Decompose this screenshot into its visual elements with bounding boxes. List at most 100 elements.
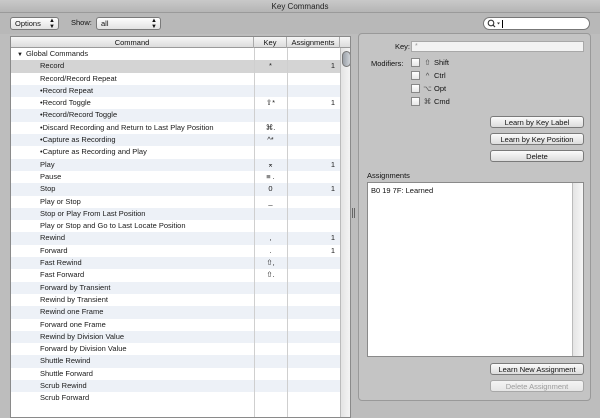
table-row[interactable]: Pause ≡ .	[11, 170, 340, 184]
table-row[interactable]: Shuttle Rewind	[11, 355, 340, 368]
modifier-opt-checkbox[interactable]	[411, 84, 420, 93]
show-filter-select[interactable]: all ▲ ▼	[96, 17, 161, 30]
command-label: Forward	[40, 245, 68, 255]
modifier-cmd-label: ⌘ Cmd	[423, 97, 450, 106]
command-cell: Fast Forward	[11, 269, 254, 281]
table-row[interactable]: Play or Stop and Go to Last Locate Posit…	[11, 220, 340, 233]
table-row[interactable]: Record * 1	[11, 60, 340, 73]
key-cell: ⇧,	[266, 258, 275, 268]
command-label: Play or Stop and Go to Last Locate Posit…	[40, 221, 186, 231]
column-header-command[interactable]: Command	[11, 37, 254, 48]
command-label: Fast Forward	[40, 270, 85, 280]
command-cell: Stop	[11, 183, 254, 195]
command-label: •Record Repeat	[40, 85, 94, 95]
options-menu[interactable]: Options ▲ ▼	[10, 17, 59, 30]
split-view-handle[interactable]	[352, 208, 356, 218]
learn-by-key-position-button[interactable]: Learn by Key Position	[490, 133, 584, 145]
table-row[interactable]: Stop or Play From Last Position	[11, 207, 340, 221]
key-cell: ⌘.	[265, 122, 276, 132]
scrollbar-thumb[interactable]	[342, 51, 350, 67]
table-row[interactable]: •Discard Recording and Return to Last Pl…	[11, 121, 340, 135]
command-label: Play or Stop	[40, 196, 81, 206]
table-row[interactable]: •Record Repeat	[11, 84, 340, 98]
table-row[interactable]: Play ⌅ 1	[11, 158, 340, 171]
command-cell: Stop or Play From Last Position	[11, 208, 254, 220]
command-cell: Forward one Frame	[11, 319, 254, 331]
modifier-name: Ctrl	[434, 71, 446, 80]
table-row[interactable]: Rewind, 1	[11, 232, 340, 245]
command-label: Shuttle Forward	[40, 368, 93, 378]
command-label: Play	[40, 159, 55, 169]
table-row[interactable]: Scrub Rewind	[11, 380, 340, 393]
key-field[interactable]: *	[411, 41, 584, 52]
command-cell: Pause	[11, 171, 254, 183]
table-row[interactable]: Rewind by Division Value	[11, 330, 340, 344]
learn-by-key-label-button[interactable]: Learn by Key Label	[490, 116, 584, 128]
learn-new-assignment-button[interactable]: Learn New Assignment	[490, 363, 584, 375]
modifier-ctrl-label: ^ Ctrl	[423, 71, 446, 80]
modifier-name: Shift	[434, 58, 450, 67]
assignments-cell: 1	[330, 159, 335, 169]
command-cell: Forward by Division Value	[11, 343, 254, 355]
key-cell: ⌅	[267, 159, 274, 169]
command-cell: •Record Repeat	[11, 85, 254, 97]
table-row[interactable]: Shuttle Forward	[11, 367, 340, 381]
command-cell: Record	[11, 60, 254, 72]
command-label: Pause	[40, 171, 62, 181]
key-cell: _	[268, 196, 273, 206]
table-row[interactable]: Forward by Transient	[11, 281, 340, 294]
command-label: Forward by Division Value	[40, 344, 127, 354]
assignments-list: B0 19 7F: Learned	[367, 182, 584, 357]
command-label: Rewind one Frame	[40, 307, 104, 317]
modifier-shift-checkbox[interactable]	[411, 58, 420, 67]
table-row[interactable]: Fast Forward ⇧.	[11, 269, 340, 282]
table-group-row[interactable]: ▼ Global Commands	[11, 48, 340, 61]
delete-button[interactable]: Delete	[490, 150, 584, 162]
table-row[interactable]: Record/Record Repeat	[11, 72, 340, 85]
table-row[interactable]: •Capture as Recording ^*	[11, 134, 340, 147]
table-body: ▼ Global Commands Record * 1 Record/Record Re…	[11, 48, 340, 405]
column-header-key[interactable]: Key	[254, 37, 287, 48]
list-item[interactable]: B0 19 7F: Learned	[371, 186, 433, 195]
modifier-opt-label: ⌥ Opt	[423, 84, 446, 93]
command-cell: Rewind by Division Value	[11, 331, 254, 343]
table-row[interactable]: Rewind by Transient	[11, 293, 340, 307]
table-scrollbar[interactable]	[340, 48, 350, 417]
command-cell: Rewind	[11, 232, 254, 244]
command-cell: Play or Stop and Go to Last Locate Posit…	[11, 220, 254, 232]
table-row[interactable]: Forward one Frame	[11, 318, 340, 331]
command-cell: Rewind one Frame	[11, 306, 254, 318]
disclosure-triangle-icon[interactable]: ▼	[17, 52, 23, 58]
table-row[interactable]: Rewind one Frame	[11, 306, 340, 319]
modifier-ctrl-checkbox[interactable]	[411, 71, 420, 80]
assignments-cell: 1	[330, 245, 335, 255]
table-row[interactable]: Fast Rewind ⇧,	[11, 257, 340, 270]
assignments-heading: Assignments	[367, 171, 410, 180]
command-label: Forward by Transient	[40, 282, 111, 292]
table-row[interactable]: •Capture as Recording and Play	[11, 146, 340, 159]
option-icon: ⌥	[423, 84, 432, 93]
table-row[interactable]: Scrub Forward	[11, 392, 340, 405]
assignments-cell: 1	[330, 61, 335, 71]
command-cell: Record/Record Repeat	[11, 73, 254, 85]
table-row[interactable]: Stop 0 1	[11, 183, 340, 196]
shift-icon: ⇧	[424, 58, 431, 67]
command-cell: Play or Stop	[11, 196, 254, 208]
table-row[interactable]: •Record/Record Toggle	[11, 109, 340, 122]
command-label: Scrub Rewind	[40, 381, 87, 391]
table-row[interactable]: Forward. 1	[11, 244, 340, 258]
modifiers-label: Modifiers:	[371, 59, 404, 68]
assignments-scrollbar[interactable]	[572, 183, 583, 356]
delete-assignment-button[interactable]: Delete Assignment	[490, 380, 584, 392]
command-label: •Record/Record Toggle	[40, 110, 118, 120]
table-row[interactable]: Play or Stop _	[11, 195, 340, 208]
modifier-cmd-checkbox[interactable]	[411, 97, 420, 106]
table-row[interactable]: •Record Toggle ⇧* 1	[11, 97, 340, 110]
column-header-assignments[interactable]: Assignments	[287, 37, 340, 48]
command-cell: •Discard Recording and Return to Last Pl…	[11, 122, 254, 134]
command-label: •Capture as Recording and Play	[40, 147, 147, 157]
search-input[interactable]	[483, 17, 590, 30]
table-row[interactable]: Forward by Division Value	[11, 343, 340, 356]
command-label: •Discard Recording and Return to Last Pl…	[40, 122, 214, 132]
show-filter-value: all	[101, 19, 109, 28]
